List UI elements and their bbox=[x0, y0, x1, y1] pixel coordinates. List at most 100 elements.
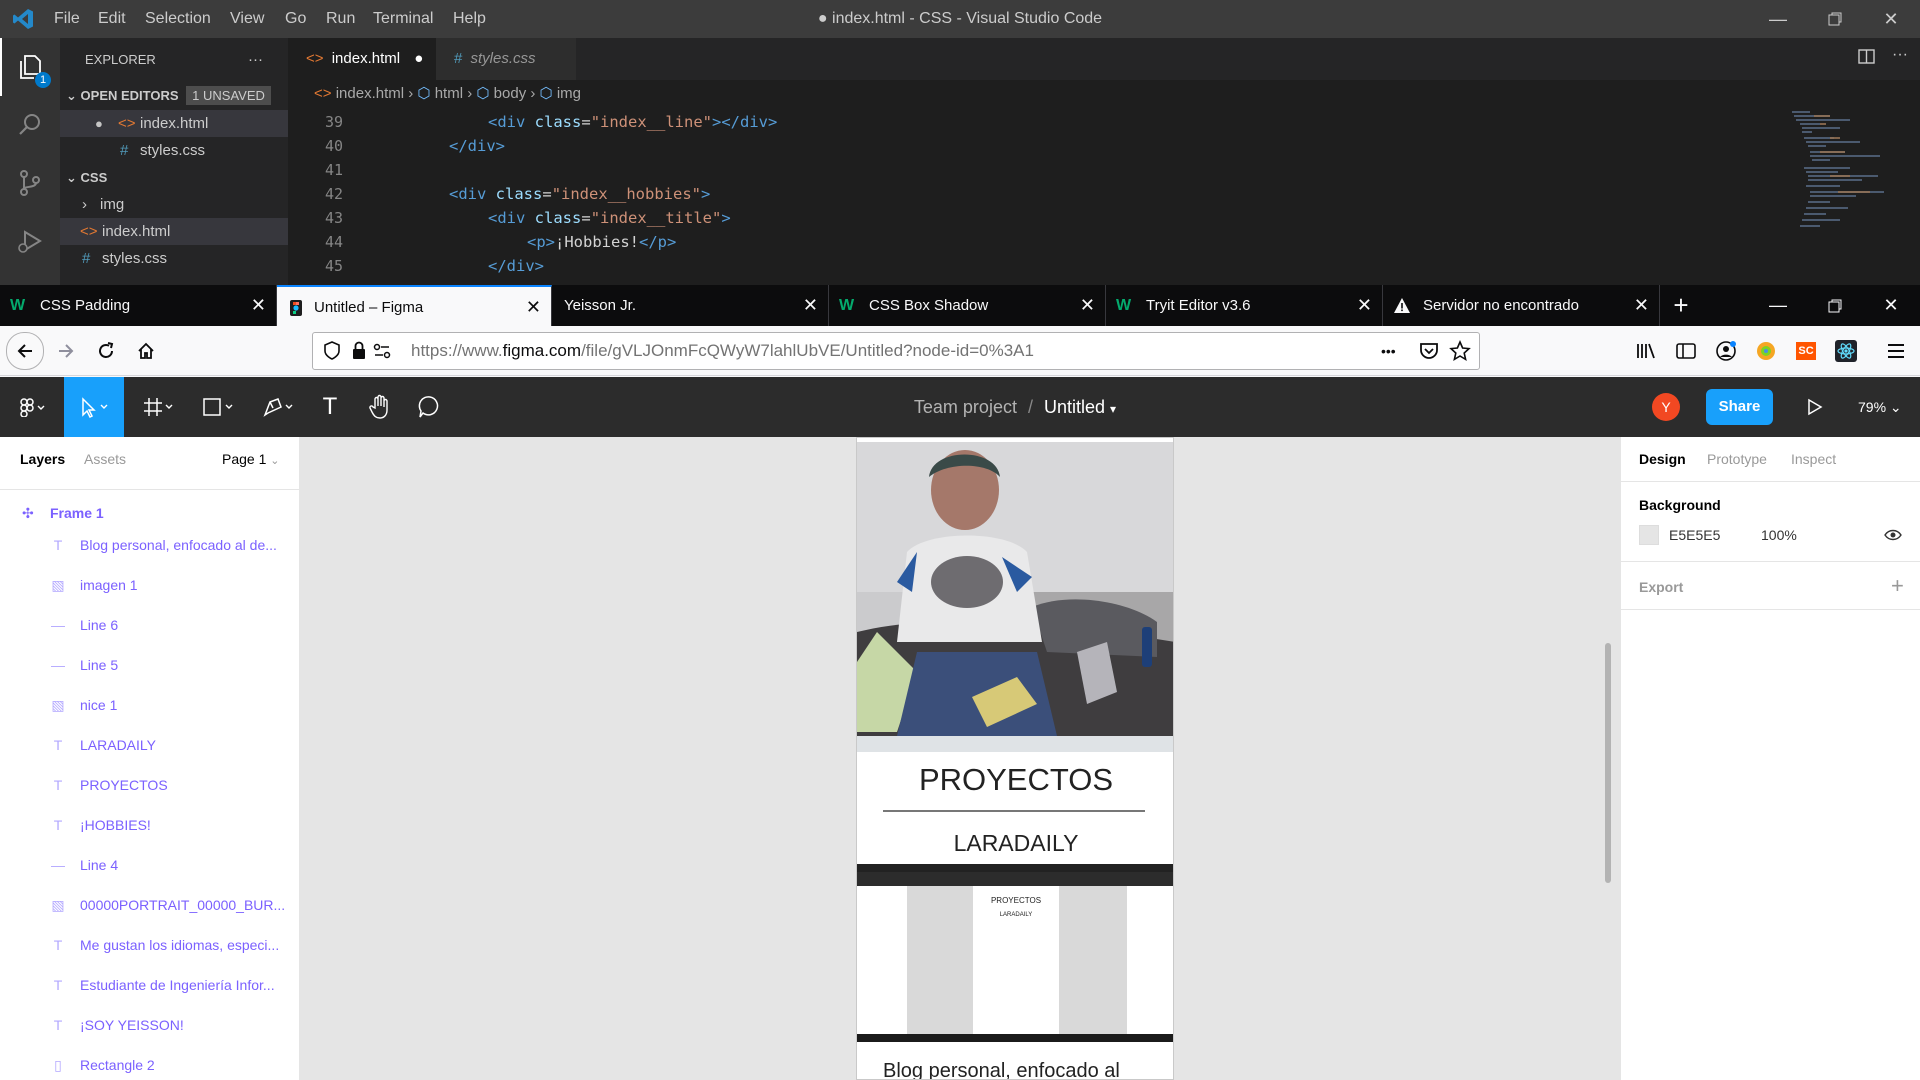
layer-row[interactable]: T ¡HOBBIES! bbox=[0, 805, 299, 845]
breadcrumb-img[interactable]: img bbox=[557, 85, 581, 102]
folder-item-index[interactable]: <> index.html bbox=[60, 218, 288, 245]
close-tab-icon[interactable]: ✕ bbox=[251, 285, 266, 326]
layer-row[interactable]: ▯ Rectangle 2 bbox=[0, 1045, 299, 1080]
hamburger-menu-icon[interactable] bbox=[1878, 334, 1914, 368]
frame-1[interactable]: PROYECTOS LARADAILY PROYECTOS LARADAILY … bbox=[856, 437, 1174, 1080]
code-line-45[interactable]: </div> bbox=[488, 257, 544, 275]
tab-layers[interactable]: Layers bbox=[20, 451, 65, 467]
portrait-photo[interactable] bbox=[857, 442, 1173, 736]
layer-row[interactable]: ▧ nice 1 bbox=[0, 685, 299, 725]
menu-run[interactable]: Run bbox=[326, 0, 355, 38]
text-tool-icon[interactable]: T bbox=[312, 377, 348, 437]
line-divider[interactable] bbox=[883, 810, 1145, 812]
page-select[interactable]: Page 1 ⌄ bbox=[222, 451, 279, 467]
minimize-icon[interactable]: — bbox=[1755, 285, 1801, 326]
nested-screenshot-image[interactable]: PROYECTOS LARADAILY bbox=[857, 864, 1173, 1042]
shape-tool-icon[interactable] bbox=[194, 377, 244, 437]
tab-prototype[interactable]: Prototype bbox=[1707, 451, 1767, 467]
figma-menu-icon[interactable] bbox=[0, 377, 64, 437]
restore-icon[interactable] bbox=[1812, 0, 1858, 38]
breadcrumb-file[interactable]: index.html bbox=[336, 85, 404, 102]
restore-icon[interactable] bbox=[1812, 285, 1858, 326]
layer-row[interactable]: T Estudiante de Ingeniería Infor... bbox=[0, 965, 299, 1005]
heading-proyectos[interactable]: PROYECTOS bbox=[857, 762, 1173, 798]
close-icon[interactable]: ✕ bbox=[1868, 285, 1914, 326]
back-icon[interactable] bbox=[6, 332, 44, 370]
share-button[interactable]: Share bbox=[1706, 389, 1773, 425]
code-line-39[interactable]: <div class="index__line"></div> bbox=[488, 113, 777, 131]
pocket-icon[interactable] bbox=[1419, 341, 1439, 366]
minimap[interactable] bbox=[1790, 108, 1900, 285]
sidebar-toggle-icon[interactable] bbox=[1668, 334, 1704, 368]
tab-design[interactable]: Design bbox=[1639, 451, 1686, 467]
bookmark-star-icon[interactable] bbox=[1449, 339, 1471, 367]
browser-tab-figma[interactable]: Untitled – Figma ✕ bbox=[277, 285, 552, 326]
split-editor-icon[interactable] bbox=[1858, 48, 1876, 71]
breadcrumb-body[interactable]: body bbox=[494, 85, 527, 102]
editor-more-icon[interactable]: ··· bbox=[1892, 46, 1908, 64]
menu-help[interactable]: Help bbox=[453, 0, 486, 38]
close-tab-icon[interactable]: ✕ bbox=[803, 285, 818, 326]
canvas-scrollbar[interactable] bbox=[1605, 643, 1611, 883]
close-tab-icon[interactable]: ✕ bbox=[1080, 285, 1095, 326]
hand-tool-icon[interactable] bbox=[360, 377, 400, 437]
layer-row[interactable]: — Line 4 bbox=[0, 845, 299, 885]
menu-terminal[interactable]: Terminal bbox=[373, 0, 433, 38]
page-actions-icon[interactable]: ••• bbox=[1381, 333, 1396, 369]
blog-description-text[interactable]: Blog personal, enfocado al bbox=[883, 1060, 1173, 1079]
tracking-shield-icon[interactable] bbox=[323, 341, 341, 366]
present-play-icon[interactable] bbox=[1800, 377, 1830, 437]
add-export-icon[interactable]: + bbox=[1891, 573, 1904, 599]
code-line-40[interactable]: </div> bbox=[449, 137, 505, 155]
extension-sc-icon[interactable]: SC bbox=[1788, 334, 1824, 368]
library-icon[interactable] bbox=[1628, 334, 1664, 368]
layer-row[interactable]: ▧ 00000PORTRAIT_00000_BUR... bbox=[0, 885, 299, 925]
folder-item-styles[interactable]: # styles.css bbox=[60, 245, 288, 272]
browser-tab-css-padding[interactable]: W CSS Padding ✕ bbox=[0, 285, 277, 326]
move-tool-icon[interactable] bbox=[64, 377, 124, 437]
reload-icon[interactable] bbox=[88, 334, 124, 368]
layer-row[interactable]: T ¡SOY YEISSON! bbox=[0, 1005, 299, 1045]
avatar[interactable]: Y bbox=[1652, 393, 1680, 421]
layer-row[interactable]: — Line 6 bbox=[0, 605, 299, 645]
layer-row[interactable]: T Me gustan los idiomas, especi... bbox=[0, 925, 299, 965]
tab-inspect[interactable]: Inspect bbox=[1791, 451, 1836, 467]
menu-view[interactable]: View bbox=[230, 0, 264, 38]
search-icon[interactable] bbox=[0, 96, 60, 154]
browser-tab-yeisson[interactable]: Yeisson Jr. ✕ bbox=[552, 285, 829, 326]
background-hex[interactable]: E5E5E5 bbox=[1669, 527, 1720, 543]
menu-file[interactable]: File bbox=[54, 0, 80, 38]
explorer-icon[interactable]: 1 bbox=[0, 38, 60, 96]
layer-row[interactable]: T LARADAILY bbox=[0, 725, 299, 765]
comment-tool-icon[interactable] bbox=[410, 377, 450, 437]
url-text[interactable]: https://www.figma.com/file/gVLJOnmFcQWyW… bbox=[411, 333, 1034, 369]
layer-row[interactable]: ▧ imagen 1 bbox=[0, 565, 299, 605]
forward-icon[interactable] bbox=[48, 334, 84, 368]
dirty-dot-icon[interactable]: ● bbox=[414, 50, 423, 67]
chevron-down-icon[interactable]: ▾ bbox=[1110, 402, 1116, 416]
frame-tool-icon[interactable] bbox=[134, 377, 184, 437]
background-opacity[interactable]: 100% bbox=[1761, 527, 1797, 543]
layer-row[interactable]: — Line 5 bbox=[0, 645, 299, 685]
browser-tab-box-shadow[interactable]: W CSS Box Shadow ✕ bbox=[829, 285, 1106, 326]
folder-item-img[interactable]: › img bbox=[60, 191, 288, 218]
canvas[interactable]: PROYECTOS LARADAILY PROYECTOS LARADAILY … bbox=[300, 437, 1620, 1080]
open-editor-index[interactable]: ● <> index.html bbox=[60, 110, 288, 137]
heading-laradaily[interactable]: LARADAILY bbox=[857, 830, 1173, 857]
folder-header[interactable]: ⌄ CSS bbox=[60, 164, 288, 191]
breadcrumb-html[interactable]: html bbox=[435, 85, 463, 102]
tab-styles-css[interactable]: # styles.css bbox=[436, 38, 576, 80]
extension-react-icon[interactable] bbox=[1828, 334, 1864, 368]
menu-go[interactable]: Go bbox=[285, 0, 306, 38]
source-control-icon[interactable] bbox=[0, 154, 60, 212]
close-tab-icon[interactable]: ✕ bbox=[526, 287, 541, 328]
browser-tab-tryit[interactable]: W Tryit Editor v3.6 ✕ bbox=[1106, 285, 1383, 326]
close-icon[interactable]: ✕ bbox=[1868, 0, 1914, 38]
tab-assets[interactable]: Assets bbox=[84, 451, 126, 467]
file-name[interactable]: Untitled bbox=[1044, 397, 1105, 417]
browser-tab-server-not-found[interactable]: Servidor no encontrado ✕ bbox=[1383, 285, 1660, 326]
account-icon[interactable] bbox=[1708, 334, 1744, 368]
layer-row[interactable]: T Blog personal, enfocado al de... bbox=[0, 525, 299, 565]
permissions-icon[interactable] bbox=[373, 342, 391, 365]
more-actions-icon[interactable]: ··· bbox=[248, 46, 263, 73]
